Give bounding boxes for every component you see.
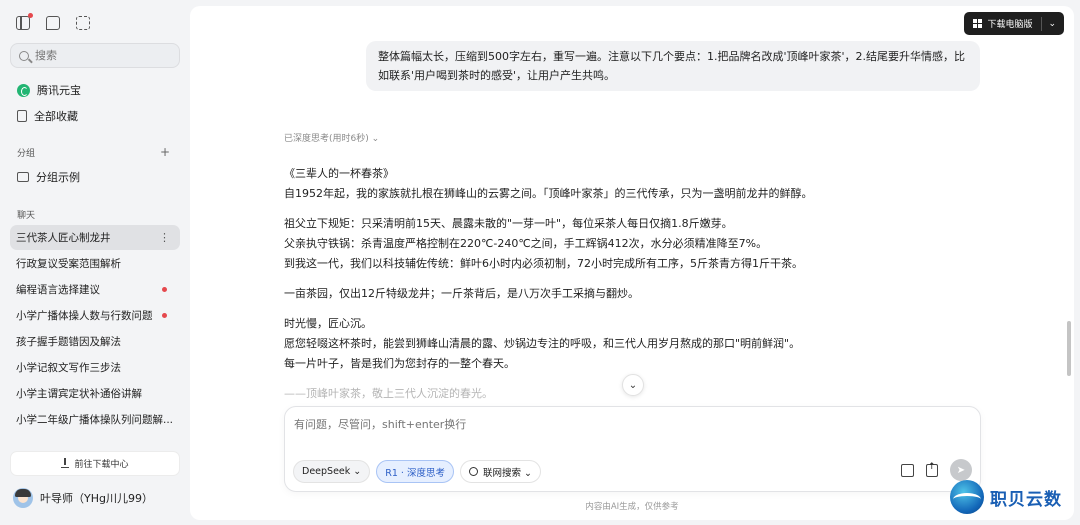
chat-item[interactable]: 小学二年级广播体操队列问题解... bbox=[10, 407, 180, 432]
chat-item-label: 小学记叙文写作三步法 bbox=[16, 362, 121, 374]
chat-item[interactable]: 编程语言选择建议 bbox=[10, 277, 180, 302]
chat-item-label: 编程语言选择建议 bbox=[16, 284, 100, 296]
chat-item[interactable]: 小学广播体操人数与行数问题 bbox=[10, 303, 180, 328]
file-upload-icon[interactable] bbox=[926, 462, 938, 477]
yuanbao-logo-icon bbox=[17, 83, 30, 97]
chat-item-label: 小学主谓宾定状补通俗讲解 bbox=[16, 388, 142, 400]
search-icon bbox=[19, 50, 29, 61]
unread-dot bbox=[162, 313, 167, 318]
windows-icon bbox=[973, 19, 983, 28]
scroll-to-bottom-button[interactable]: ⌄ bbox=[622, 374, 644, 396]
download-center-button[interactable]: 前往下载中心 bbox=[10, 451, 180, 476]
chat-item[interactable]: 小学主谓宾定状补通俗讲解 bbox=[10, 381, 180, 406]
composer-tools: ➤ bbox=[901, 459, 972, 481]
download-icon bbox=[61, 457, 70, 468]
image-upload-icon[interactable] bbox=[901, 463, 914, 477]
chat-item-label: 小学广播体操人数与行数问题 bbox=[16, 310, 153, 322]
answer-line: 到我这一代，我们以科技辅佐传统：鲜叶6小时内必须初制，72小时完成所有工序，5斤… bbox=[284, 257, 803, 270]
avatar bbox=[13, 488, 33, 508]
more-options-icon[interactable]: ⋮ bbox=[159, 231, 170, 244]
chat-item-label: 小学二年级广播体操队列问题解... bbox=[16, 414, 174, 426]
nav-yuanbao-label: 腾讯元宝 bbox=[37, 84, 81, 97]
sidebar-toolbar bbox=[16, 13, 90, 30]
answer-line: 愿您轻啜这杯茶时，能尝到狮峰山清晨的露、炒锅边专注的呼吸，和三代人用岁月熬成的那… bbox=[284, 337, 801, 350]
divider bbox=[1041, 16, 1043, 31]
download-pc-label: 下载电脑版 bbox=[987, 20, 1033, 30]
assistant-answer: 《三辈人的一杯春茶》 自1952年起，我的家族就扎根在狮峰山的云雾之间。「顶峰叶… bbox=[284, 164, 884, 414]
chat-main: 下载电脑版 ⌄ 整体篇幅太长，压缩到500字左右，重写一遍。注意以下几个要点：1… bbox=[190, 6, 1074, 520]
screenshot-icon[interactable] bbox=[76, 16, 90, 30]
chat-item-label: 孩子握手题错因及解法 bbox=[16, 336, 121, 348]
answer-line: 每一片叶子，皆是我们为您封存的一整个春天。 bbox=[284, 357, 515, 370]
download-center-label: 前往下载中心 bbox=[74, 460, 129, 470]
answer-line: 时光慢，匠心沉。 bbox=[284, 317, 372, 330]
answer-line: 一亩茶园，仅出12斤特级龙井；一斤茶背后，是八万次手工采摘与翻炒。 bbox=[284, 287, 639, 300]
chat-section-label: 聊天 bbox=[17, 211, 36, 221]
toggle-sidebar-icon[interactable] bbox=[16, 13, 33, 30]
chevron-down-icon[interactable]: ⌄ bbox=[1048, 19, 1056, 29]
group-item-label: 分组示例 bbox=[36, 171, 80, 184]
watermark: 职贝云数 bbox=[950, 480, 1062, 514]
chat-item[interactable]: 小学记叙文写作三步法 bbox=[10, 355, 180, 380]
user-profile[interactable]: 叶导师（YHg川儿99） bbox=[13, 488, 153, 508]
add-group-button[interactable]: + bbox=[160, 145, 170, 159]
user-name: 叶导师（YHg川儿99） bbox=[40, 492, 153, 505]
group-section-label: 分组 bbox=[17, 149, 36, 159]
bookmark-icon bbox=[17, 110, 27, 122]
model-select[interactable]: DeepSeek ⌄ bbox=[293, 460, 371, 483]
watermark-text: 职贝云数 bbox=[990, 489, 1062, 510]
user-message: 整体篇幅太长，压缩到500字左右，重写一遍。注意以下几个要点：1.把品牌名改成'… bbox=[366, 41, 980, 91]
unread-dot bbox=[162, 287, 167, 292]
web-search-label: 联网搜索 ⌄ bbox=[482, 467, 532, 479]
download-pc-button[interactable]: 下载电脑版 ⌄ bbox=[964, 12, 1064, 35]
message-input[interactable] bbox=[294, 416, 894, 436]
nav-favorites[interactable]: 全部收藏 bbox=[17, 108, 78, 124]
chat-item[interactable]: 行政复议受案范围解析 bbox=[10, 251, 180, 276]
scrollbar[interactable] bbox=[1067, 321, 1071, 376]
search-box[interactable] bbox=[10, 43, 180, 68]
deep-think-toggle[interactable]: R1 · 深度思考 bbox=[376, 460, 454, 483]
answer-line: ——顶峰叶家茶，敬上三代人沉淀的春光。 bbox=[284, 387, 493, 400]
chat-item-label: 行政复议受案范围解析 bbox=[16, 258, 121, 270]
composer-options: DeepSeek ⌄ R1 · 深度思考 联网搜索 ⌄ bbox=[293, 460, 541, 483]
new-chat-icon[interactable] bbox=[46, 16, 60, 30]
answer-line: 自1952年起，我的家族就扎根在狮峰山的云雾之间。「顶峰叶家茶」的三代传承，只为… bbox=[284, 187, 813, 200]
answer-line: 《三辈人的一杯春茶》 bbox=[284, 167, 394, 180]
watermark-logo-icon bbox=[950, 480, 984, 514]
globe-icon bbox=[468, 467, 478, 476]
group-item[interactable]: 分组示例 bbox=[17, 169, 80, 185]
nav-favorites-label: 全部收藏 bbox=[34, 110, 78, 123]
chat-item[interactable]: 三代茶人匠心制龙井 ⋮ bbox=[10, 225, 180, 250]
answer-line: 父亲执守铁锅：杀青温度严格控制在220℃-240℃之间，手工辉锅412次，水分必… bbox=[284, 237, 768, 250]
sidebar: 腾讯元宝 全部收藏 分组 + 分组示例 聊天 三代茶人匠心制龙井 ⋮ 行政复议受… bbox=[0, 0, 190, 525]
ai-disclaimer: 内容由AI生成，仅供参考 bbox=[585, 502, 679, 512]
chat-item[interactable]: 孩子握手题错因及解法 bbox=[10, 329, 180, 354]
search-input[interactable] bbox=[35, 49, 165, 62]
nav-yuanbao[interactable]: 腾讯元宝 bbox=[17, 82, 81, 98]
web-search-toggle[interactable]: 联网搜索 ⌄ bbox=[459, 460, 541, 483]
composer: DeepSeek ⌄ R1 · 深度思考 联网搜索 ⌄ ➤ bbox=[284, 406, 981, 492]
send-button[interactable]: ➤ bbox=[950, 459, 972, 481]
chat-item-label: 三代茶人匠心制龙井 bbox=[16, 232, 111, 244]
thinking-toggle[interactable]: 已深度思考(用时6秒) ⌄ bbox=[284, 131, 379, 144]
folder-icon bbox=[17, 172, 29, 182]
answer-line: 祖父立下规矩：只采清明前15天、晨露未散的"一芽一叶"，每位采茶人每日仅摘1.8… bbox=[284, 217, 733, 230]
